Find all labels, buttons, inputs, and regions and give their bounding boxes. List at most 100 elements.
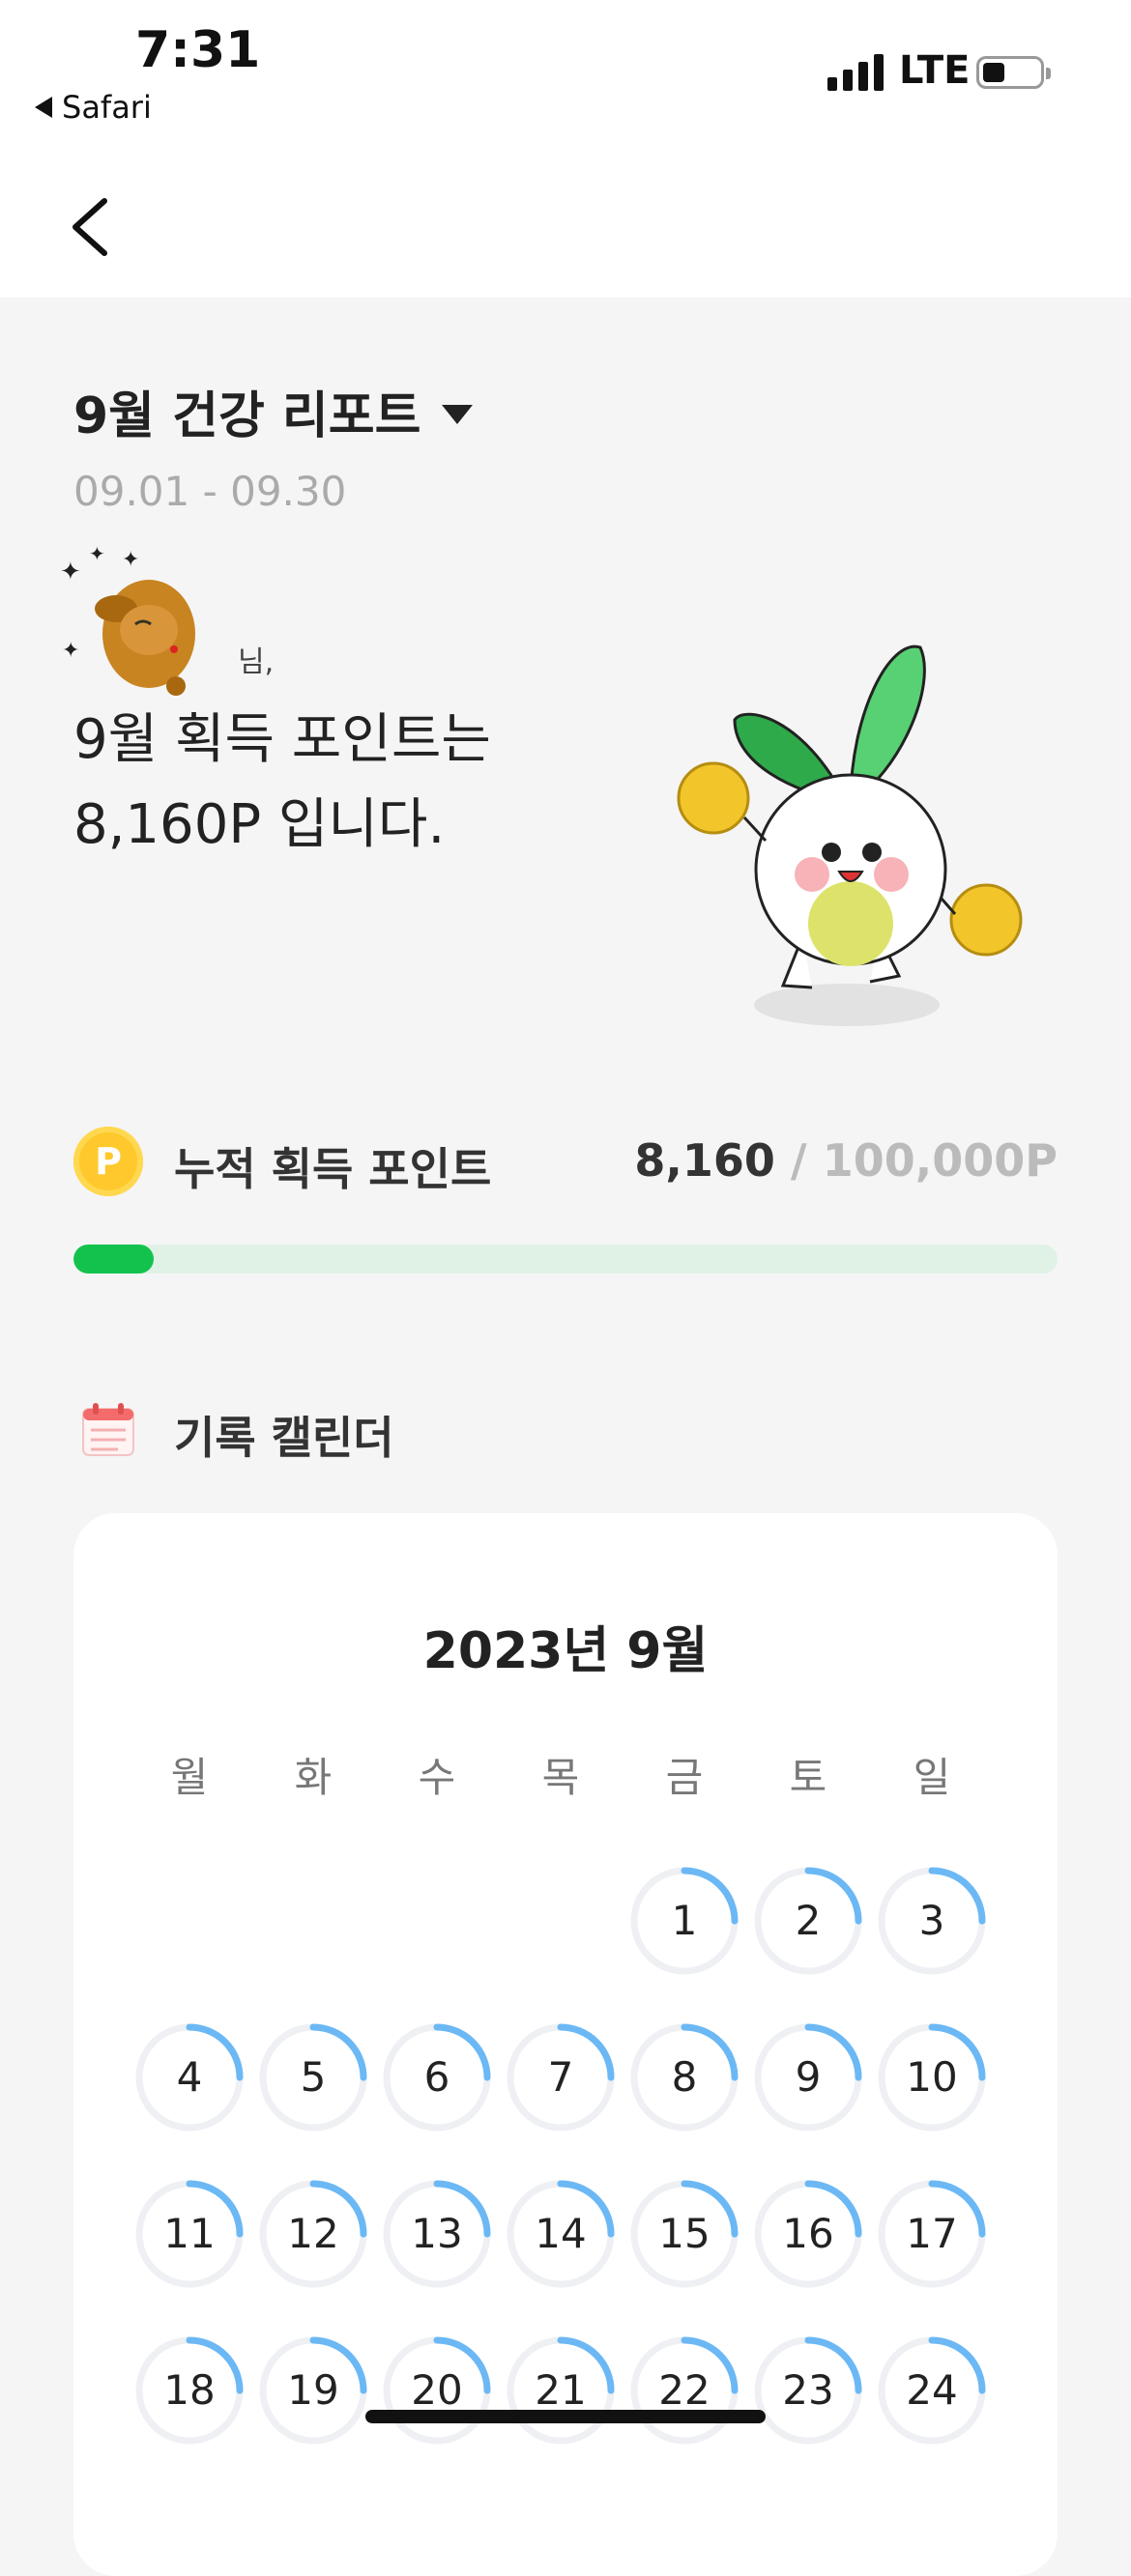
calendar-day[interactable]: 16 <box>746 2172 870 2296</box>
calendar-day-number: 8 <box>671 2053 698 2101</box>
calendar-section-title: 기록 캘린더 <box>174 1412 394 1464</box>
nav-bar <box>0 155 1131 298</box>
status-time: 7:31 <box>135 21 261 79</box>
chevron-left-icon <box>72 198 107 256</box>
calendar-empty-cell <box>375 1859 499 1983</box>
signal-icon <box>827 50 884 91</box>
calendar-day[interactable]: 19 <box>251 2329 375 2452</box>
calendar-day-number: 6 <box>423 2053 450 2101</box>
calendar-day[interactable]: 13 <box>375 2172 499 2296</box>
back-app-label: Safari <box>62 89 152 126</box>
weekday-label: 목 <box>541 1754 580 1801</box>
calendar-day[interactable]: 8 <box>623 2016 746 2139</box>
calendar-day-number: 15 <box>658 2210 710 2257</box>
calendar-day[interactable]: 24 <box>870 2329 994 2452</box>
calendar-day[interactable]: 6 <box>375 2016 499 2139</box>
calendar-day-number: 20 <box>411 2366 463 2414</box>
back-to-safari-link[interactable]: Safari <box>35 89 152 126</box>
calendar-day-number: 12 <box>287 2210 339 2257</box>
calendar-day-number: 18 <box>163 2366 216 2414</box>
weekday-label: 월 <box>170 1754 209 1801</box>
calendar-day-number: 17 <box>906 2210 958 2257</box>
calendar-empty-cell <box>251 1859 375 1983</box>
calendar-day-number: 1 <box>671 1897 698 1944</box>
weekday-label: 금 <box>665 1754 704 1801</box>
calendar-empty-cell <box>499 1859 623 1983</box>
calendar-empty-cell <box>128 1859 251 1983</box>
greeting-suffix: 님, <box>238 645 275 679</box>
calendar-day[interactable]: 9 <box>746 2016 870 2139</box>
points-current: 8,160 <box>634 1134 775 1187</box>
points-max: 100,000P <box>822 1134 1058 1187</box>
calendar-day[interactable]: 12 <box>251 2172 375 2296</box>
calendar-day-number: 10 <box>906 2053 958 2101</box>
calendar-day-number: 11 <box>163 2210 216 2257</box>
calendar-day[interactable]: 14 <box>499 2172 623 2296</box>
back-button[interactable] <box>56 184 133 271</box>
calendar-day-number: 4 <box>176 2053 203 2101</box>
calendar-day[interactable]: 21 <box>499 2329 623 2452</box>
report-month-selector[interactable]: 9월 건강 리포트 <box>73 375 474 447</box>
points-label: 누적 획득 포인트 <box>174 1143 492 1195</box>
calendar-day[interactable]: 2 <box>746 1859 870 1983</box>
caret-down-icon <box>442 404 474 424</box>
calendar-day[interactable]: 10 <box>870 2016 994 2139</box>
calendar-day[interactable]: 4 <box>128 2016 251 2139</box>
calendar-day[interactable]: 15 <box>623 2172 746 2296</box>
network-label: LTE <box>899 48 971 93</box>
point-coin-icon: P <box>73 1127 143 1196</box>
weekday-label: 수 <box>418 1754 456 1801</box>
calendar-day-number: 5 <box>300 2053 327 2101</box>
calendar-day[interactable]: 1 <box>623 1859 746 1983</box>
report-date-range: 09.01 - 09.30 <box>73 468 347 515</box>
calendar-day[interactable]: 20 <box>375 2329 499 2452</box>
calendar-day-number: 16 <box>782 2210 834 2257</box>
calendar-day[interactable]: 18 <box>128 2329 251 2452</box>
calendar-day-number: 23 <box>782 2366 834 2414</box>
svg-text:✦: ✦ <box>62 639 79 663</box>
weekday-label: 일 <box>913 1754 951 1801</box>
calendar-day[interactable]: 11 <box>128 2172 251 2296</box>
status-bar: 7:31 Safari LTE <box>0 0 1131 155</box>
points-value: 8,160 / 100,000P <box>634 1134 1058 1187</box>
weekday-label: 토 <box>789 1754 827 1801</box>
cumulative-points-row: P 누적 획득 포인트 8,160 / 100,000P <box>73 1123 1058 1200</box>
svg-text:✦: ✦ <box>60 558 81 587</box>
points-progress-fill <box>73 1245 155 1274</box>
report-title: 9월 건강 리포트 <box>73 387 421 445</box>
battery-icon <box>976 56 1051 89</box>
calendar-day-number: 9 <box>795 2053 822 2101</box>
calendar-day-number: 22 <box>658 2366 710 2414</box>
weekday-header: 월화수목금토일 <box>128 1745 998 1804</box>
report-headline: 9월 획득 포인트는 8,160P 입니다. <box>73 698 491 868</box>
dog-sticker-avatar: ✦ ✦ ✦ ✦ <box>60 541 215 705</box>
svg-text:✦: ✦ <box>122 548 139 572</box>
calendar-day-number: 24 <box>906 2366 958 2414</box>
weekday-label: 화 <box>294 1754 333 1801</box>
calendar-days-grid: 1 2 3 4 5 6 7 8 9 10 11 12 13 14 15 16 17 18 19 20 21 22 23 24 <box>128 1859 998 2485</box>
calendar-day[interactable]: 3 <box>870 1859 994 1983</box>
calendar-day-number: 13 <box>411 2210 463 2257</box>
calendar-month-label: 2023년 9월 <box>422 1622 709 1680</box>
calendar-day-number: 2 <box>795 1897 822 1944</box>
calendar-day-number: 14 <box>535 2210 587 2257</box>
svg-text:✦: ✦ <box>89 542 105 565</box>
calendar-day-number: 21 <box>535 2366 587 2414</box>
calendar-day[interactable]: 5 <box>251 2016 375 2139</box>
points-separator: / <box>774 1134 823 1187</box>
calendar-day[interactable]: 23 <box>746 2329 870 2452</box>
home-indicator <box>365 2410 766 2423</box>
calendar-icon <box>82 1403 134 1456</box>
radish-mascot-illustration <box>667 628 1034 1034</box>
headline-line-1: 9월 획득 포인트는 <box>73 708 491 771</box>
calendar-day[interactable]: 22 <box>623 2329 746 2452</box>
calendar-day[interactable]: 7 <box>499 2016 623 2139</box>
calendar-day-number: 7 <box>547 2053 574 2101</box>
back-triangle-icon <box>35 97 52 118</box>
record-calendar-header: 기록 캘린더 <box>73 1391 847 1469</box>
headline-line-2: 8,160P 입니다. <box>73 793 446 856</box>
calendar-day-number: 3 <box>918 1897 945 1944</box>
points-progress-bar <box>73 1245 1058 1274</box>
calendar-day-number: 19 <box>287 2366 339 2414</box>
calendar-day[interactable]: 17 <box>870 2172 994 2296</box>
